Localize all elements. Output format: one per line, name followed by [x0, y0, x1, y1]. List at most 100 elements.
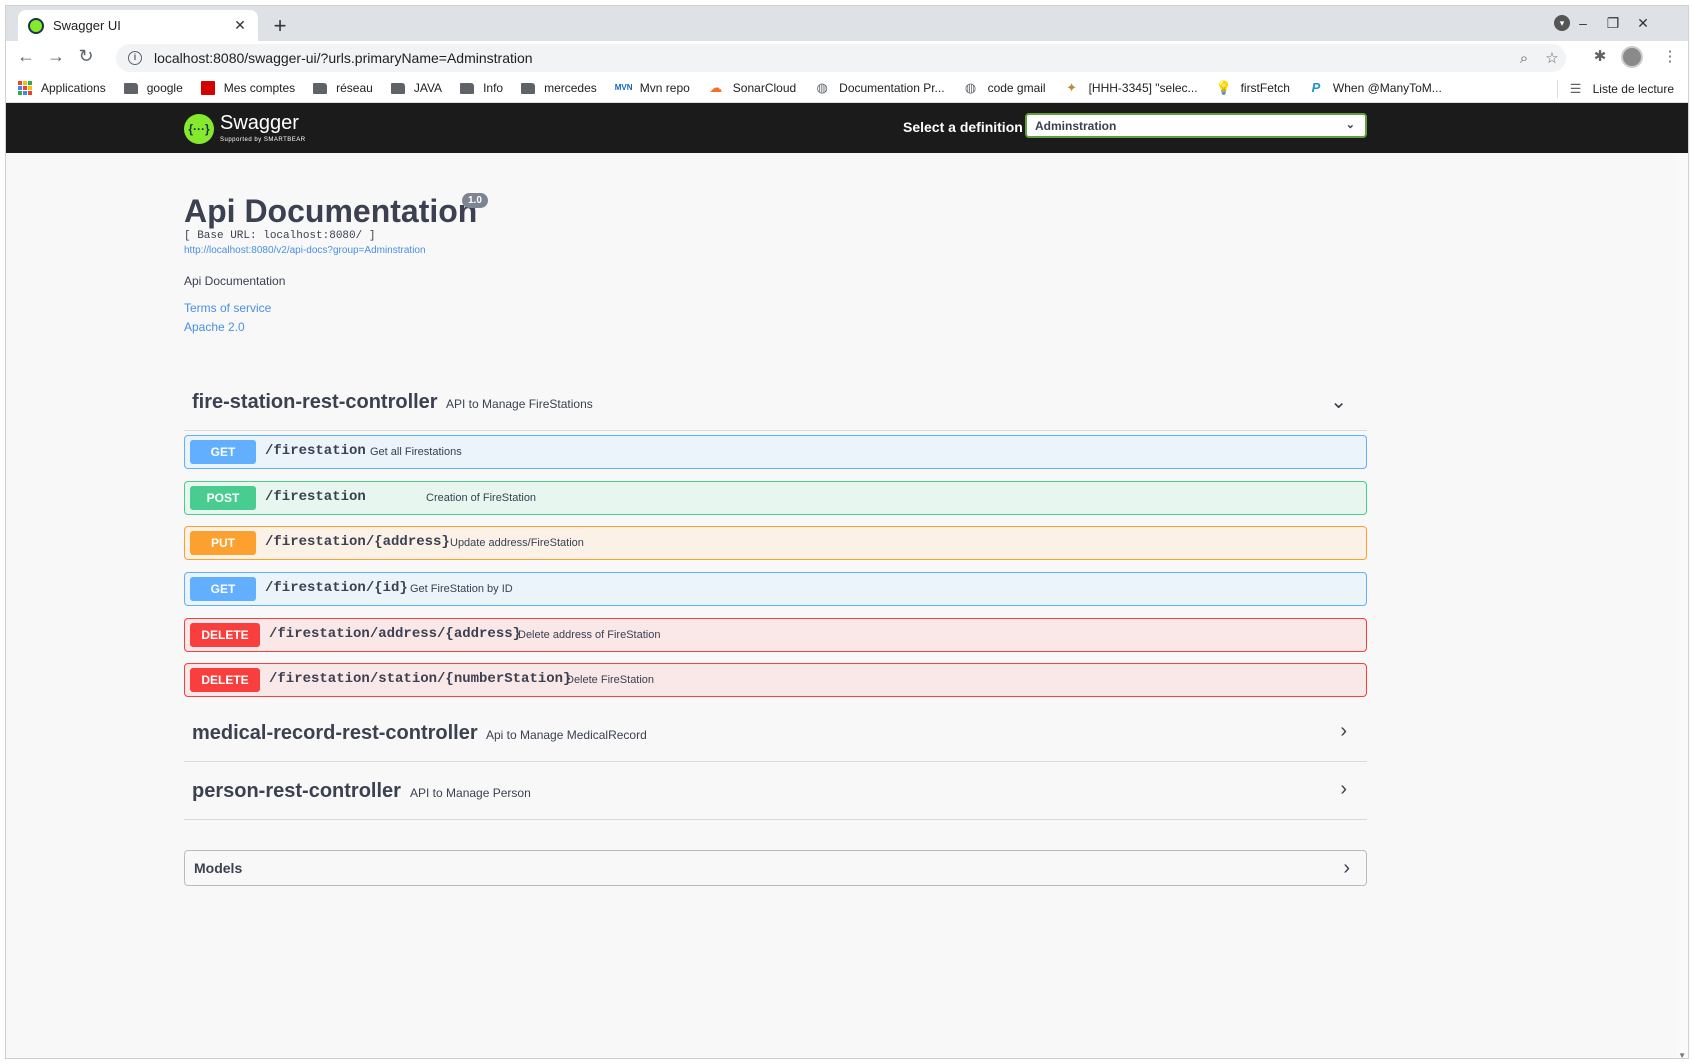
bookmarks-bar: Applications google Mes comptes réseau J…: [6, 74, 1688, 103]
operation-summary: Creation of FireStation: [426, 492, 537, 504]
swagger-logo-icon[interactable]: {···}: [184, 114, 214, 144]
bookmark-mvn-repo[interactable]: MVN Mvn repo: [615, 80, 690, 96]
back-icon[interactable]: ←: [14, 46, 38, 67]
operation-path: /firestation/{address}: [265, 534, 450, 550]
folder-icon: [521, 82, 536, 94]
new-tab-button[interactable]: +: [268, 13, 292, 39]
scroll-down-icon[interactable]: ▼: [1678, 1051, 1686, 1058]
chevron-right-icon[interactable]: ›: [1340, 778, 1347, 801]
window-close-icon[interactable]: ✕: [1634, 15, 1652, 32]
swagger-favicon-icon: [28, 17, 44, 34]
operation-summary: Get FireStation by ID: [410, 583, 513, 595]
url-text[interactable]: localhost:8080/swagger-ui/?urls.primaryN…: [154, 50, 1510, 66]
bookmark-applications[interactable]: Applications: [18, 81, 106, 95]
reading-list-icon: ☰: [1569, 81, 1582, 96]
tag-medical-record[interactable]: medical-record-rest-controller Api to Ma…: [184, 704, 1367, 762]
swagger-logo-text: Swagger: [220, 112, 299, 134]
chevron-right-icon[interactable]: ›: [1343, 857, 1350, 880]
operation-summary: Update address/FireStation: [450, 537, 584, 549]
bookmark-info[interactable]: Info: [460, 81, 503, 95]
zoom-icon[interactable]: ⌕: [1510, 50, 1538, 67]
tab-swagger-ui[interactable]: Swagger UI ✕: [18, 10, 258, 41]
bookmark-mercedes[interactable]: mercedes: [521, 81, 597, 95]
operation-get-firestation-id[interactable]: GET /firestation/{id} Get FireStation by…: [184, 572, 1367, 606]
api-docs-link[interactable]: http://localhost:8080/v2/api-docs?group=…: [184, 245, 426, 256]
version-badge: 1.0: [462, 193, 488, 208]
operation-delete-firestation-address[interactable]: DELETE /firestation/address/{address} De…: [184, 618, 1367, 652]
method-badge: GET: [190, 577, 256, 601]
tag-person[interactable]: person-rest-controller API to Manage Per…: [184, 762, 1367, 820]
method-badge: GET: [190, 440, 256, 464]
browser-toolbar: ← → ↻ i localhost:8080/swagger-ui/?urls.…: [6, 41, 1688, 74]
method-badge: POST: [190, 486, 256, 510]
operation-summary: Get all Firestations: [370, 446, 462, 458]
tab-close-icon[interactable]: ✕: [232, 17, 248, 34]
page-scrollbar[interactable]: ▼: [1676, 153, 1688, 1058]
models-title: Models: [194, 860, 243, 876]
minimize-icon[interactable]: –: [1574, 15, 1592, 31]
chevron-right-icon[interactable]: ›: [1340, 720, 1347, 743]
apps-grid-icon: [18, 81, 32, 95]
tag-name: fire-station-rest-controller: [192, 391, 438, 413]
tag-name: person-rest-controller: [192, 780, 401, 802]
method-badge: PUT: [190, 531, 256, 555]
bookmark-reseau[interactable]: réseau: [313, 81, 373, 95]
forward-icon[interactable]: →: [44, 46, 68, 67]
operation-delete-firestation-station[interactable]: DELETE /firestation/station/{numberStati…: [184, 663, 1367, 697]
profile-avatar[interactable]: [1621, 46, 1643, 68]
globe-icon: ◍: [816, 80, 828, 95]
definition-select[interactable]: Adminstration ⌄: [1025, 113, 1367, 138]
menu-kebab-icon[interactable]: ⋮: [1659, 47, 1681, 65]
bookmark-documentation[interactable]: ◍ Documentation Pr...: [814, 80, 945, 96]
operation-summary: Delete FireStation: [566, 674, 655, 686]
api-description: Api Documentation: [184, 274, 286, 288]
operation-get-firestation[interactable]: GET /firestation Get all Firestations: [184, 435, 1367, 469]
chevron-down-icon[interactable]: ⌄: [1330, 389, 1347, 414]
tab-title: Swagger UI: [53, 18, 121, 33]
tag-description: Api to Manage MedicalRecord: [486, 728, 647, 742]
folder-icon: [390, 82, 405, 94]
tab-strip: Swagger UI ✕ + ▾ – ❐ ✕: [6, 6, 1688, 41]
base-url: [ Base URL: localhost:8080/ ]: [184, 230, 376, 242]
sonarcloud-icon: ☁: [709, 80, 723, 95]
terms-of-service-link[interactable]: Terms of service: [184, 301, 271, 315]
models-section[interactable]: Models ›: [184, 850, 1367, 886]
jira-icon: ✦: [1066, 80, 1078, 95]
bookmark-star-icon[interactable]: ☆: [1538, 49, 1566, 67]
bookmark-firstfetch[interactable]: 💡 firstFetch: [1216, 80, 1290, 96]
swagger-topbar: {···} Swagger Supported by SMARTBEAR Sel…: [6, 103, 1688, 153]
page-title: Api Documentation: [184, 193, 478, 229]
folder-icon: [460, 82, 475, 94]
operation-post-firestation[interactable]: POST /firestation Creation of FireStatio…: [184, 481, 1367, 515]
bookmark-mes-comptes[interactable]: Mes comptes: [200, 81, 295, 95]
bookmark-hhh-3345[interactable]: ✦ [HHH-3345] "selec...: [1064, 80, 1197, 96]
restore-icon[interactable]: ❐: [1604, 15, 1622, 32]
tag-description: API to Manage FireStations: [446, 397, 593, 411]
address-bar[interactable]: i localhost:8080/swagger-ui/?urls.primar…: [116, 44, 1566, 72]
bulb-icon: 💡: [1215, 80, 1232, 95]
tag-description: API to Manage Person: [410, 786, 531, 800]
operation-path: /firestation: [265, 443, 366, 459]
reload-icon[interactable]: ↻: [74, 46, 98, 67]
bookmark-when-manytomany[interactable]: P When @ManyToM...: [1308, 80, 1442, 96]
site-info-icon[interactable]: i: [128, 51, 142, 65]
operation-put-firestation-address[interactable]: PUT /firestation/{address} Update addres…: [184, 526, 1367, 560]
reading-list-button[interactable]: ☰ Liste de lecture: [1556, 80, 1674, 98]
bookmark-google[interactable]: google: [123, 81, 183, 95]
operation-path: /firestation: [265, 489, 366, 505]
folder-icon: [123, 82, 138, 94]
bookmark-sonarcloud[interactable]: ☁ SonarCloud: [708, 80, 796, 96]
tag-name: medical-record-rest-controller: [192, 722, 478, 744]
p-icon: P: [1311, 80, 1321, 95]
method-badge: DELETE: [190, 668, 260, 692]
bank-icon: [200, 81, 215, 95]
operation-path: /firestation/{id}: [265, 580, 408, 596]
definition-label: Select a definition: [903, 119, 1023, 135]
tab-search-icon[interactable]: ▾: [1554, 15, 1570, 31]
bookmark-code-gmail[interactable]: ◍ code gmail: [963, 80, 1046, 96]
bookmark-java[interactable]: JAVA: [390, 81, 442, 95]
extensions-icon[interactable]: ✱: [1589, 47, 1611, 65]
operation-summary: Delete address of FireStation: [518, 629, 661, 641]
tag-fire-station[interactable]: fire-station-rest-controller API to Mana…: [184, 373, 1367, 431]
license-link[interactable]: Apache 2.0: [184, 320, 245, 334]
